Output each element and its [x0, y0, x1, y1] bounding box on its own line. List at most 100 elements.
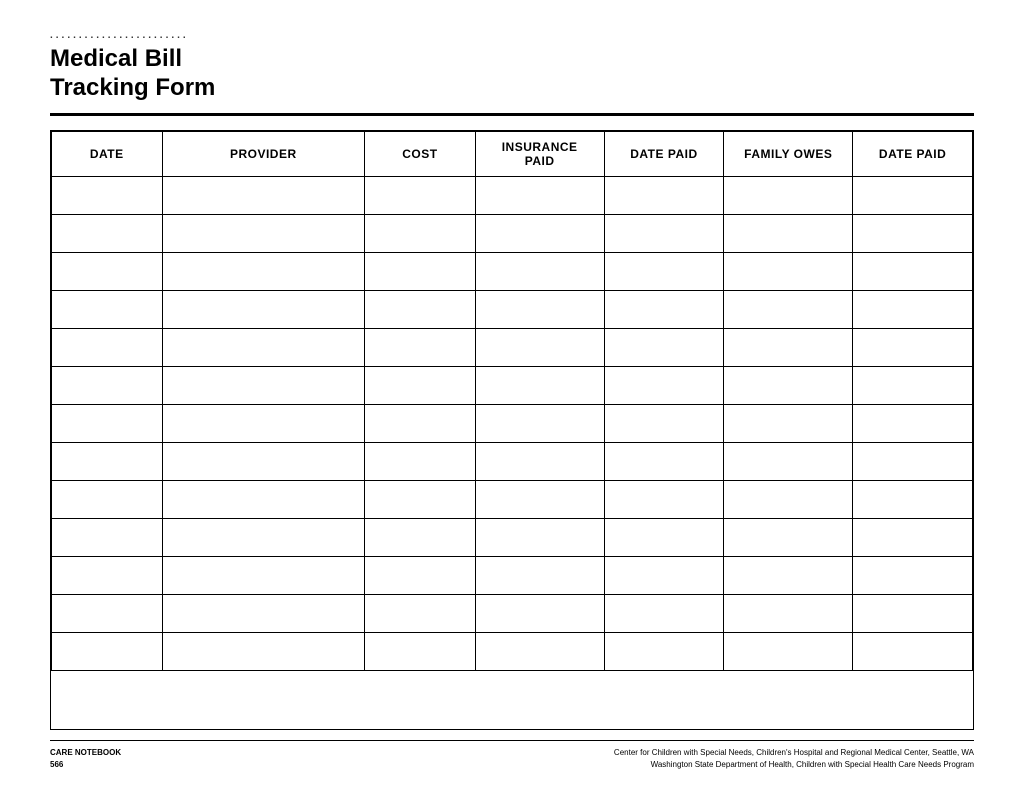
table-cell[interactable]	[52, 442, 163, 480]
table-cell[interactable]	[475, 290, 604, 328]
table-cell[interactable]	[475, 328, 604, 366]
table-row[interactable]	[52, 404, 973, 442]
table-cell[interactable]	[162, 518, 365, 556]
table-cell[interactable]	[365, 404, 476, 442]
table-cell[interactable]	[365, 632, 476, 670]
table-cell[interactable]	[162, 442, 365, 480]
table-cell[interactable]	[853, 214, 973, 252]
table-cell[interactable]	[853, 252, 973, 290]
table-cell[interactable]	[604, 518, 724, 556]
table-cell[interactable]	[604, 176, 724, 214]
table-cell[interactable]	[604, 252, 724, 290]
table-cell[interactable]	[475, 594, 604, 632]
table-cell[interactable]	[52, 176, 163, 214]
table-cell[interactable]	[853, 632, 973, 670]
table-cell[interactable]	[365, 556, 476, 594]
table-cell[interactable]	[475, 518, 604, 556]
table-cell[interactable]	[162, 556, 365, 594]
table-cell[interactable]	[853, 290, 973, 328]
table-cell[interactable]	[853, 366, 973, 404]
table-cell[interactable]	[724, 480, 853, 518]
table-row[interactable]	[52, 290, 973, 328]
table-cell[interactable]	[724, 176, 853, 214]
table-cell[interactable]	[52, 556, 163, 594]
table-cell[interactable]	[724, 328, 853, 366]
table-cell[interactable]	[52, 252, 163, 290]
table-cell[interactable]	[365, 328, 476, 366]
table-row[interactable]	[52, 632, 973, 670]
table-row[interactable]	[52, 480, 973, 518]
table-cell[interactable]	[724, 518, 853, 556]
table-cell[interactable]	[365, 366, 476, 404]
table-cell[interactable]	[604, 442, 724, 480]
table-cell[interactable]	[162, 404, 365, 442]
table-cell[interactable]	[724, 214, 853, 252]
table-cell[interactable]	[52, 214, 163, 252]
table-cell[interactable]	[365, 290, 476, 328]
table-cell[interactable]	[853, 518, 973, 556]
table-row[interactable]	[52, 556, 973, 594]
table-cell[interactable]	[604, 480, 724, 518]
table-cell[interactable]	[475, 176, 604, 214]
table-cell[interactable]	[52, 404, 163, 442]
table-cell[interactable]	[52, 632, 163, 670]
table-row[interactable]	[52, 518, 973, 556]
table-cell[interactable]	[853, 594, 973, 632]
table-cell[interactable]	[724, 366, 853, 404]
table-cell[interactable]	[724, 594, 853, 632]
table-cell[interactable]	[604, 594, 724, 632]
table-cell[interactable]	[162, 214, 365, 252]
table-cell[interactable]	[604, 556, 724, 594]
table-cell[interactable]	[52, 290, 163, 328]
table-row[interactable]	[52, 328, 973, 366]
table-cell[interactable]	[853, 556, 973, 594]
table-cell[interactable]	[162, 290, 365, 328]
table-cell[interactable]	[724, 632, 853, 670]
table-cell[interactable]	[604, 214, 724, 252]
table-cell[interactable]	[52, 366, 163, 404]
table-cell[interactable]	[604, 404, 724, 442]
table-cell[interactable]	[475, 480, 604, 518]
table-cell[interactable]	[365, 480, 476, 518]
table-cell[interactable]	[162, 480, 365, 518]
table-cell[interactable]	[365, 214, 476, 252]
table-cell[interactable]	[853, 328, 973, 366]
table-cell[interactable]	[162, 328, 365, 366]
table-cell[interactable]	[365, 594, 476, 632]
table-cell[interactable]	[162, 632, 365, 670]
table-cell[interactable]	[724, 442, 853, 480]
table-cell[interactable]	[162, 176, 365, 214]
table-cell[interactable]	[853, 404, 973, 442]
table-cell[interactable]	[604, 366, 724, 404]
table-cell[interactable]	[853, 176, 973, 214]
table-cell[interactable]	[365, 518, 476, 556]
table-cell[interactable]	[52, 594, 163, 632]
table-cell[interactable]	[475, 214, 604, 252]
table-row[interactable]	[52, 442, 973, 480]
table-cell[interactable]	[724, 290, 853, 328]
table-row[interactable]	[52, 594, 973, 632]
table-cell[interactable]	[724, 556, 853, 594]
table-cell[interactable]	[724, 404, 853, 442]
table-cell[interactable]	[853, 480, 973, 518]
table-cell[interactable]	[604, 632, 724, 670]
table-row[interactable]	[52, 252, 973, 290]
table-cell[interactable]	[365, 252, 476, 290]
table-cell[interactable]	[475, 442, 604, 480]
table-cell[interactable]	[853, 442, 973, 480]
table-cell[interactable]	[604, 290, 724, 328]
table-cell[interactable]	[162, 594, 365, 632]
table-cell[interactable]	[52, 328, 163, 366]
table-cell[interactable]	[365, 176, 476, 214]
table-cell[interactable]	[52, 518, 163, 556]
table-cell[interactable]	[52, 480, 163, 518]
table-cell[interactable]	[724, 252, 853, 290]
table-cell[interactable]	[604, 328, 724, 366]
table-cell[interactable]	[475, 556, 604, 594]
table-row[interactable]	[52, 366, 973, 404]
table-cell[interactable]	[475, 252, 604, 290]
table-cell[interactable]	[162, 252, 365, 290]
table-cell[interactable]	[365, 442, 476, 480]
table-cell[interactable]	[475, 632, 604, 670]
table-cell[interactable]	[475, 404, 604, 442]
